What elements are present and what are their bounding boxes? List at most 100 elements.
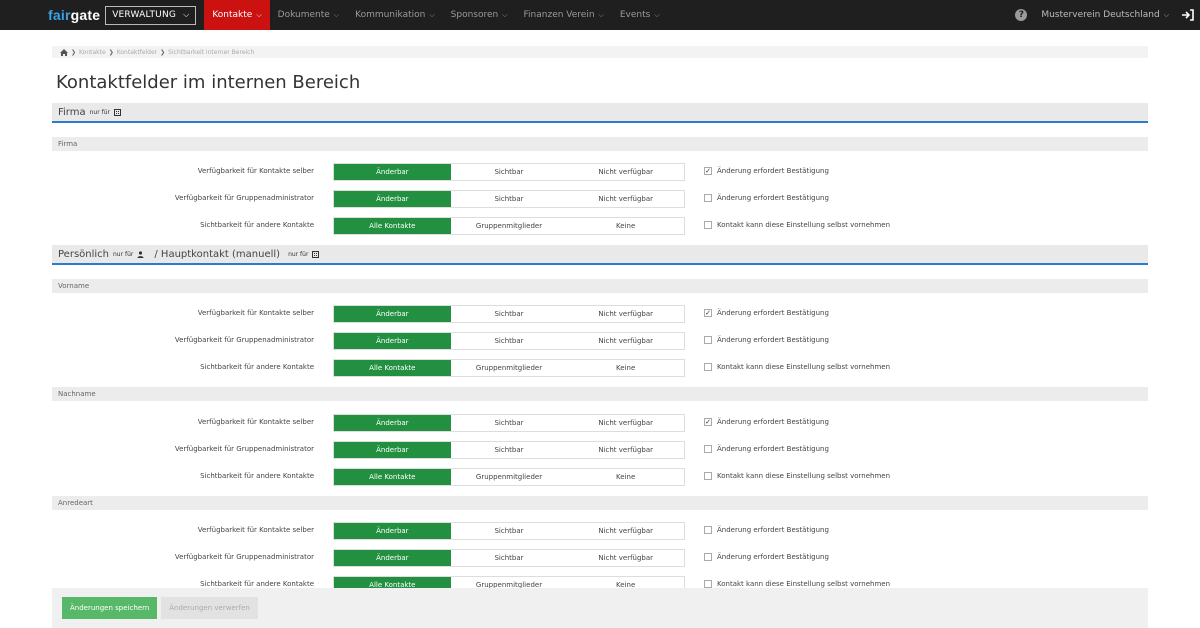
option-keine[interactable]: Keine: [567, 218, 685, 234]
confirmation-checkbox[interactable]: Änderung erfordert Bestätigung: [704, 445, 829, 453]
breadcrumb-item[interactable]: Kontaktfelder: [117, 49, 157, 56]
self-setting-checkbox[interactable]: Kontakt kann diese Einstellung selbst vo…: [704, 221, 890, 229]
field-header-firma: Firma: [52, 137, 1148, 151]
option-sichtbar[interactable]: Sichtbar: [450, 306, 568, 322]
field-header-vorname: Vorname: [52, 279, 1148, 293]
field-row: Verfügbarkeit für Gruppenadministrator Ä…: [52, 190, 1148, 208]
option-sichtbar[interactable]: Sichtbar: [450, 442, 568, 458]
availability-self-toggle: Änderbar Sichtbar Nicht verfügbar: [333, 305, 685, 323]
nav-item-events[interactable]: Events ⌵: [612, 0, 668, 30]
building-icon: [312, 250, 320, 258]
option-sichtbar[interactable]: Sichtbar: [450, 333, 568, 349]
option-sichtbar[interactable]: Sichtbar: [450, 550, 568, 566]
option-nicht-verfuegbar[interactable]: Nicht verfügbar: [567, 164, 685, 180]
admin-dropdown[interactable]: VERWALTUNG ⌵: [105, 5, 197, 25]
admin-dropdown-label: VERWALTUNG: [112, 10, 177, 20]
chevron-down-icon: ⌵: [429, 10, 435, 19]
option-keine[interactable]: Keine: [567, 360, 685, 376]
chevron-down-icon: ⌵: [256, 10, 262, 19]
option-nicht-verfuegbar[interactable]: Nicht verfügbar: [567, 550, 685, 566]
option-alle-kontakte[interactable]: Alle Kontakte: [334, 469, 451, 485]
nav-item-dokumente[interactable]: Dokumente ⌵: [270, 0, 347, 30]
section-header-firma: Firma nur für: [52, 103, 1148, 123]
confirmation-checkbox[interactable]: Änderung erfordert Bestätigung: [704, 336, 829, 344]
option-gruppenmitglieder[interactable]: Gruppenmitglieder: [450, 469, 568, 485]
option-gruppenmitglieder[interactable]: Gruppenmitglieder: [450, 218, 568, 234]
checkmark-icon: ✓: [704, 417, 712, 426]
nav-item-kommunikation[interactable]: Kommunikation ⌵: [347, 0, 443, 30]
breadcrumb: ❯ Kontakte ❯ Kontaktfelder ❯ Sichtbarkei…: [52, 46, 1148, 58]
confirmation-checkbox[interactable]: ✓ Änderung erfordert Bestätigung: [704, 167, 829, 175]
option-nicht-verfuegbar[interactable]: Nicht verfügbar: [567, 333, 685, 349]
save-changes-button[interactable]: Änderungen speichern: [62, 597, 158, 619]
confirmation-checkbox[interactable]: Änderung erfordert Bestätigung: [704, 553, 829, 561]
field-header-anredeart: Anredeart: [52, 496, 1148, 510]
availability-group-admin-toggle: Änderbar Sichtbar Nicht verfügbar: [333, 332, 685, 350]
option-aenderbar[interactable]: Änderbar: [334, 191, 451, 207]
confirmation-checkbox[interactable]: ✓ Änderung erfordert Bestätigung: [704, 309, 829, 317]
option-keine[interactable]: Keine: [567, 469, 685, 485]
option-gruppenmitglieder[interactable]: Gruppenmitglieder: [450, 360, 568, 376]
option-nicht-verfuegbar[interactable]: Nicht verfügbar: [567, 442, 685, 458]
option-nicht-verfuegbar[interactable]: Nicht verfügbar: [567, 415, 685, 431]
top-navigation: fairgate VERWALTUNG ⌵ Kontakte ⌵ Dokument…: [0, 0, 1200, 30]
option-aenderbar[interactable]: Änderbar: [334, 523, 451, 539]
field-row: Sichtbarkeit für andere Kontakte Alle Ko…: [52, 359, 1148, 377]
option-aenderbar[interactable]: Änderbar: [334, 333, 451, 349]
chevron-right-icon: ❯: [108, 48, 114, 56]
option-sichtbar[interactable]: Sichtbar: [450, 415, 568, 431]
chevron-right-icon: ❯: [160, 48, 166, 56]
option-sichtbar[interactable]: Sichtbar: [450, 191, 568, 207]
option-aenderbar[interactable]: Änderbar: [334, 306, 451, 322]
help-icon[interactable]: ?: [1015, 9, 1028, 21]
self-setting-checkbox[interactable]: Kontakt kann diese Einstellung selbst vo…: [704, 580, 890, 588]
availability-self-toggle: Änderbar Sichtbar Nicht verfügbar: [333, 414, 685, 432]
option-nicht-verfuegbar[interactable]: Nicht verfügbar: [567, 306, 685, 322]
checkmark-icon: ✓: [704, 308, 712, 317]
option-alle-kontakte[interactable]: Alle Kontakte: [334, 218, 451, 234]
organization-dropdown[interactable]: Musterverein Deutschland ⌵: [1041, 10, 1169, 20]
option-alle-kontakte[interactable]: Alle Kontakte: [334, 360, 451, 376]
availability-group-admin-toggle: Änderbar Sichtbar Nicht verfügbar: [333, 190, 685, 208]
self-setting-checkbox[interactable]: Kontakt kann diese Einstellung selbst vo…: [704, 363, 890, 371]
field-row: Verfügbarkeit für Gruppenadministrator Ä…: [52, 332, 1148, 350]
checkmark-icon: ✓: [704, 166, 712, 175]
availability-self-toggle: Änderbar Sichtbar Nicht verfügbar: [333, 522, 685, 540]
option-sichtbar[interactable]: Sichtbar: [450, 523, 568, 539]
building-icon: [113, 108, 121, 116]
confirmation-checkbox[interactable]: Änderung erfordert Bestätigung: [704, 526, 829, 534]
option-aenderbar[interactable]: Änderbar: [334, 442, 451, 458]
breadcrumb-item[interactable]: Kontakte: [79, 49, 106, 56]
home-icon[interactable]: [60, 48, 68, 56]
nav-item-sponsoren[interactable]: Sponsoren ⌵: [443, 0, 516, 30]
field-row: Sichtbarkeit für andere Kontakte Alle Ko…: [52, 217, 1148, 235]
chevron-down-icon: ⌵: [183, 10, 190, 19]
field-header-nachname: Nachname: [52, 387, 1148, 401]
discard-changes-button[interactable]: Änderungen verwerfen: [161, 597, 258, 619]
option-nicht-verfuegbar[interactable]: Nicht verfügbar: [567, 523, 685, 539]
chevron-down-icon: ⌵: [333, 10, 340, 19]
availability-group-admin-toggle: Änderbar Sichtbar Nicht verfügbar: [333, 441, 685, 459]
breadcrumb-item: Sichtbarkeit interner Bereich: [168, 48, 255, 56]
visibility-others-toggle: Alle Kontakte Gruppenmitglieder Keine: [333, 468, 685, 486]
option-aenderbar[interactable]: Änderbar: [334, 164, 451, 180]
chevron-down-icon: ⌵: [654, 10, 660, 19]
chevron-down-icon: ⌵: [502, 10, 508, 19]
chevron-right-icon: ❯: [71, 48, 77, 56]
confirmation-checkbox[interactable]: Änderung erfordert Bestätigung: [704, 194, 829, 202]
field-row: Verfügbarkeit für Kontakte selber Änderb…: [52, 414, 1148, 432]
logout-icon[interactable]: [1181, 8, 1195, 22]
confirmation-checkbox[interactable]: ✓ Änderung erfordert Bestätigung: [704, 418, 829, 426]
option-sichtbar[interactable]: Sichtbar: [450, 164, 568, 180]
field-row: Sichtbarkeit für andere Kontakte Alle Ko…: [52, 468, 1148, 486]
section-header-persoenlich: Persönlich nur für / Hauptkontakt (manue…: [52, 245, 1148, 265]
nav-item-kontakte[interactable]: Kontakte ⌵: [204, 0, 270, 30]
option-aenderbar[interactable]: Änderbar: [334, 415, 451, 431]
option-nicht-verfuegbar[interactable]: Nicht verfügbar: [567, 191, 685, 207]
self-setting-checkbox[interactable]: Kontakt kann diese Einstellung selbst vo…: [704, 472, 890, 480]
nav-item-finanzen[interactable]: Finanzen Verein ⌵: [516, 0, 612, 30]
option-aenderbar[interactable]: Änderbar: [334, 550, 451, 566]
logo[interactable]: fairgate: [48, 7, 100, 23]
field-row: Verfügbarkeit für Gruppenadministrator Ä…: [52, 549, 1148, 567]
page-title: Kontaktfelder im internen Bereich: [56, 72, 361, 93]
